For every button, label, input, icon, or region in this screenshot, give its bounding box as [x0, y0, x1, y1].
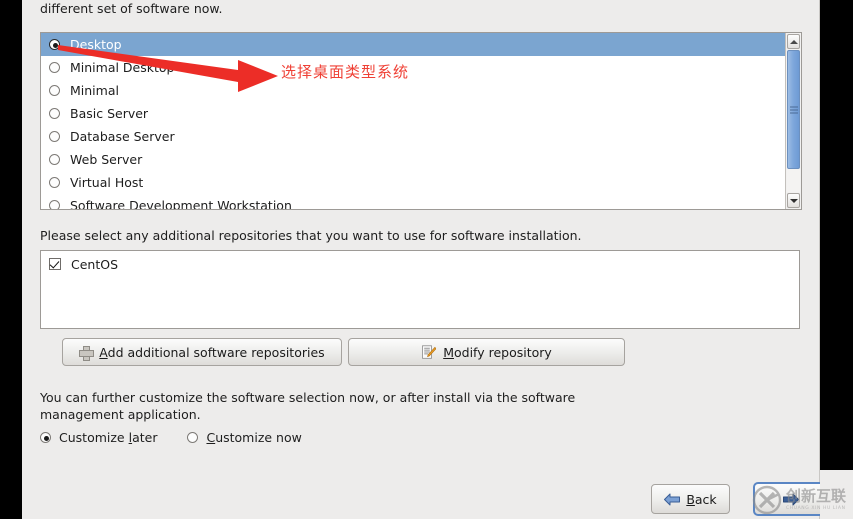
- software-group-label: Database Server: [70, 129, 175, 144]
- software-group-list-viewport[interactable]: Desktop Minimal Desktop Minimal Basic Serve…: [41, 33, 785, 209]
- back-label: Back: [686, 491, 717, 507]
- edit-document-icon: [421, 344, 437, 360]
- watermark-en-text: CHUANG XIN HU LIAN: [786, 505, 846, 511]
- customize-option[interactable]: Customize later: [40, 430, 157, 445]
- software-group-row[interactable]: Virtual Host: [41, 171, 785, 194]
- add-additional-software-repositories-button[interactable]: Add additional software repositories: [62, 338, 342, 366]
- radio-icon[interactable]: [49, 154, 60, 165]
- installer-dialog: different set of software now. Desktop Mi…: [22, 0, 832, 519]
- back-button[interactable]: Back: [651, 484, 730, 514]
- software-group-label: Minimal: [70, 83, 119, 98]
- software-group-label: Desktop: [70, 37, 122, 52]
- software-group-label: Software Development Workstation: [70, 198, 292, 209]
- arrow-left-icon: [664, 493, 681, 506]
- scroll-down-button[interactable]: [787, 193, 800, 208]
- label-mnemonic: C: [206, 430, 216, 445]
- chevron-down-icon: [789, 198, 798, 203]
- radio-icon[interactable]: [40, 432, 51, 443]
- radio-icon[interactable]: [49, 177, 60, 188]
- scrollbar-track[interactable]: [787, 50, 800, 192]
- software-group-row[interactable]: Web Server: [41, 148, 785, 171]
- software-group-row[interactable]: Database Server: [41, 125, 785, 148]
- software-group-row[interactable]: Desktop: [41, 33, 785, 56]
- radio-icon[interactable]: [49, 131, 60, 142]
- repository-prompt: Please select any additional repositorie…: [40, 228, 582, 243]
- label-rest: ater: [132, 430, 158, 445]
- software-list-scrollbar[interactable]: [785, 33, 801, 209]
- software-group-label: Virtual Host: [70, 175, 144, 190]
- label-rest: ustomize now: [215, 430, 302, 445]
- software-group-label: Basic Server: [70, 106, 149, 121]
- repository-row[interactable]: CentOS: [41, 253, 799, 275]
- repository-label: CentOS: [71, 256, 119, 272]
- radio-icon[interactable]: [49, 85, 60, 96]
- chevron-up-icon: [789, 39, 798, 44]
- customize-description: You can further customize the software s…: [40, 390, 576, 422]
- intro-text: different set of software now.: [40, 1, 223, 16]
- scroll-up-button[interactable]: [787, 34, 800, 49]
- scrollbar-thumb[interactable]: [787, 50, 800, 169]
- modify-repository-button[interactable]: Modify repository: [348, 338, 625, 366]
- customize-option-label: Customize now: [206, 430, 301, 445]
- modify-repo-label: Modify repository: [443, 344, 552, 360]
- customize-radio-group[interactable]: Customize later Customize now: [40, 430, 332, 445]
- radio-icon[interactable]: [49, 108, 60, 119]
- watermark: 创新互联 CHUANG XIN HU LIAN: [752, 481, 853, 519]
- circle-x-logo: [752, 485, 782, 515]
- software-group-row[interactable]: Basic Server: [41, 102, 785, 125]
- customize-option[interactable]: Customize now: [187, 430, 302, 445]
- customize-option-label: Customize later: [59, 430, 157, 445]
- software-group-row[interactable]: Minimal Desktop: [41, 56, 785, 79]
- radio-icon[interactable]: [49, 200, 60, 209]
- plus-icon: [79, 345, 95, 361]
- checkbox-icon[interactable]: [49, 258, 61, 270]
- screenshot-root: different set of software now. Desktop Mi…: [0, 0, 853, 519]
- watermark-cn-text: 创新互联: [786, 486, 847, 505]
- annotation-text: 选择桌面类型系统: [281, 63, 410, 81]
- radio-icon[interactable]: [187, 432, 199, 443]
- radio-icon[interactable]: [49, 39, 60, 50]
- scrollbar-grip-icon: [789, 104, 798, 115]
- label-prefix: Customize: [59, 430, 129, 445]
- radio-icon[interactable]: [49, 62, 60, 73]
- software-group-row[interactable]: Minimal: [41, 79, 785, 102]
- add-repo-label: Add additional software repositories: [99, 344, 325, 360]
- software-group-label: Minimal Desktop: [70, 60, 175, 75]
- software-group-list[interactable]: Desktop Minimal Desktop Minimal Basic Serve…: [40, 32, 802, 210]
- software-group-row[interactable]: Software Development Workstation: [41, 194, 785, 209]
- software-group-label: Web Server: [70, 152, 143, 167]
- repository-list[interactable]: CentOS: [40, 250, 800, 329]
